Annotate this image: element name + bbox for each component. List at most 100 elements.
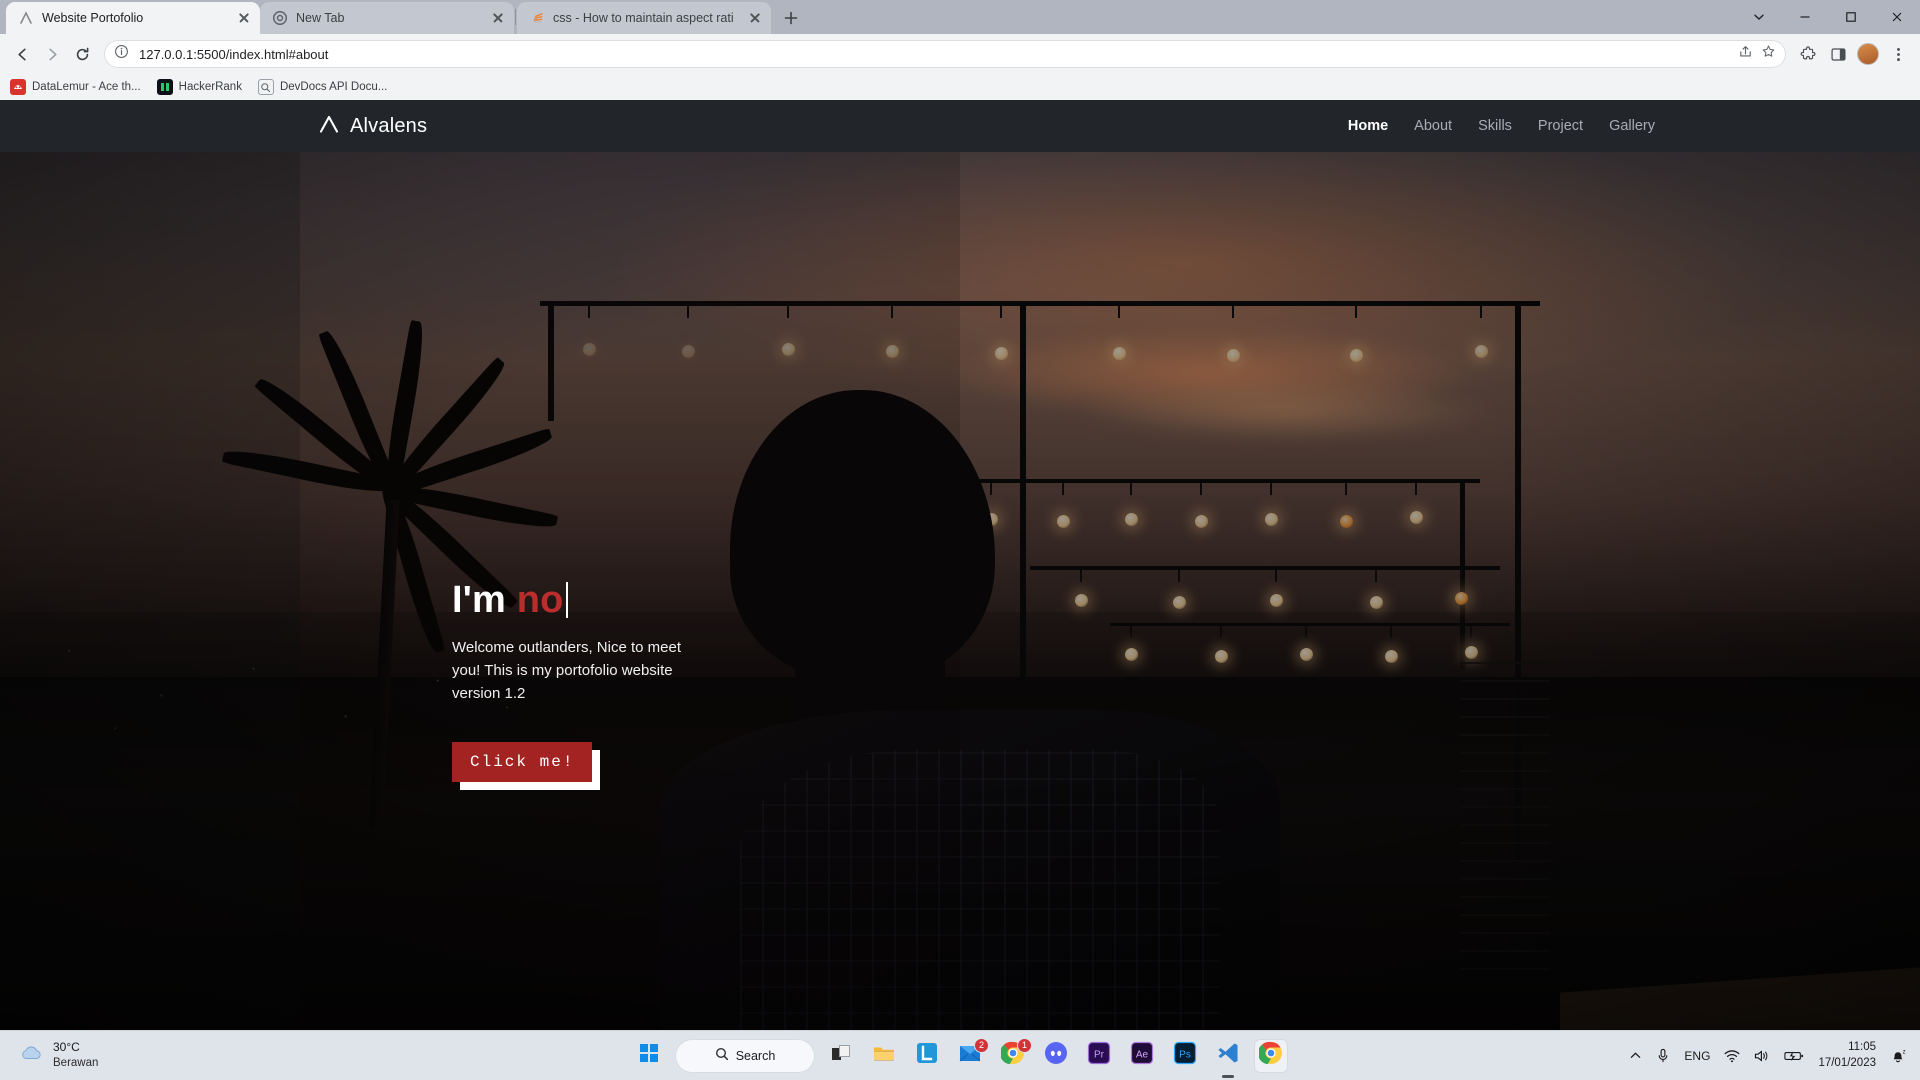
close-icon[interactable]: [490, 10, 506, 26]
taskbar-weather-widget[interactable]: 30°C Berawan: [0, 1040, 98, 1070]
page-viewport: Alvalens Home About Skills Project Galle…: [0, 100, 1920, 1030]
extensions-button[interactable]: [1794, 40, 1822, 68]
bookmark-label: HackerRank: [178, 81, 242, 93]
click-me-button[interactable]: Click me!: [452, 741, 593, 782]
task-view-button[interactable]: [824, 1039, 858, 1073]
chrome-app-button[interactable]: 1: [996, 1037, 1032, 1073]
hero-heading-static: I'm: [452, 579, 517, 621]
discord-app-button[interactable]: [1039, 1039, 1073, 1073]
vscode-button[interactable]: [1211, 1039, 1245, 1078]
chrome-badge-count: 1: [1017, 1037, 1032, 1053]
chrome-icon: [1257, 1041, 1283, 1070]
close-icon[interactable]: [236, 10, 252, 26]
keyboard-language-indicator[interactable]: ENG: [1684, 1049, 1710, 1063]
start-button[interactable]: [632, 1039, 666, 1073]
address-bar[interactable]: 127.0.0.1:5500/index.html#about: [104, 40, 1786, 68]
folder-icon: [872, 1042, 896, 1069]
bookmark-hackerrank[interactable]: HackerRank: [156, 79, 242, 95]
browser-tab-stackoverflow[interactable]: css - How to maintain aspect rati: [517, 2, 771, 34]
bookmark-datalemur[interactable]: DataLemur - Ace th...: [10, 79, 141, 95]
tab-divider: [515, 9, 516, 25]
reload-button[interactable]: [68, 40, 96, 68]
chrome-active-button[interactable]: [1254, 1038, 1288, 1073]
svg-text:Ae: Ae: [1136, 1049, 1149, 1060]
svg-text:z: z: [1903, 1049, 1906, 1055]
browser-tab-new-tab[interactable]: New Tab: [260, 2, 514, 34]
chrome-menu-button[interactable]: [1884, 40, 1912, 68]
forward-button[interactable]: [38, 40, 66, 68]
running-indicator: [1222, 1074, 1234, 1078]
datalemur-icon: [10, 79, 26, 95]
back-button[interactable]: [8, 40, 36, 68]
nav-link-home[interactable]: Home: [1348, 118, 1388, 134]
hero-heading-typed: no: [516, 579, 564, 621]
lambda-mark-icon: [318, 113, 340, 140]
system-tray: ENG 11:05 17/01/2023 z: [1629, 1040, 1920, 1071]
notification-bell-dnd-icon[interactable]: z: [1890, 1048, 1906, 1064]
maximize-button[interactable]: [1828, 1, 1874, 33]
clock-date: 17/01/2023: [1818, 1056, 1876, 1069]
taskbar-search-label: Search: [735, 1048, 776, 1063]
file-explorer-button[interactable]: [867, 1039, 901, 1073]
chrome-browser-window: Website Portofolio New Tab css - How to …: [0, 0, 1920, 1030]
side-panel-icon: [1830, 47, 1846, 61]
browser-toolbar: 127.0.0.1:5500/index.html#about: [0, 34, 1920, 74]
taskbar-clock[interactable]: 11:05 17/01/2023: [1818, 1040, 1876, 1071]
tab-strip: Website Portofolio New Tab css - How to …: [0, 0, 1920, 34]
speaker-icon[interactable]: [1754, 1049, 1770, 1063]
maximize-icon: [1846, 12, 1856, 22]
premiere-pro-button[interactable]: Pr: [1082, 1039, 1116, 1073]
typing-caret-icon: [565, 582, 568, 618]
forward-arrow-icon: [48, 48, 57, 60]
after-effects-button[interactable]: Ae: [1125, 1039, 1159, 1073]
share-icon[interactable]: [1738, 44, 1753, 64]
mail-badge-count: 2: [974, 1037, 989, 1053]
profile-button[interactable]: [1854, 40, 1882, 68]
hero-paragraph: Welcome outlanders, Nice to meet you! Th…: [452, 638, 681, 703]
battery-charging-icon[interactable]: [1784, 1049, 1804, 1063]
back-arrow-icon: [17, 48, 26, 60]
address-bar-url[interactable]: 127.0.0.1:5500/index.html#about: [139, 47, 1728, 62]
line-app-button[interactable]: [910, 1039, 944, 1073]
close-icon: [1892, 12, 1902, 22]
bookmark-label: DataLemur - Ace th...: [32, 81, 141, 93]
tab-search-button[interactable]: [1736, 1, 1782, 33]
microphone-icon[interactable]: [1656, 1048, 1670, 1063]
photo-vignette: [0, 100, 1920, 1030]
minimize-button[interactable]: [1782, 1, 1828, 33]
nav-link-project[interactable]: Project: [1538, 118, 1583, 134]
nav-link-gallery[interactable]: Gallery: [1609, 118, 1655, 134]
chevron-up-icon[interactable]: [1629, 1049, 1642, 1062]
nav-link-skills[interactable]: Skills: [1478, 118, 1512, 134]
plus-icon: [784, 11, 798, 25]
tab-title: css - How to maintain aspect rati: [553, 11, 734, 25]
site-brand[interactable]: Alvalens: [318, 113, 427, 140]
weather-condition: Berawan: [53, 1057, 99, 1070]
info-circle-icon[interactable]: [114, 44, 129, 64]
hero-background-photo: [0, 100, 1920, 1030]
mail-app-button[interactable]: 2: [953, 1037, 989, 1073]
bookmark-devdocs[interactable]: DevDocs API Docu...: [257, 79, 388, 95]
alvalens-logo-icon: [18, 10, 34, 26]
new-tab-button[interactable]: [777, 4, 805, 32]
tab-title: Website Portofolio: [42, 11, 144, 25]
bookmark-label: DevDocs API Docu...: [279, 81, 388, 93]
close-icon[interactable]: [747, 10, 763, 26]
taskbar-app-row: Search 2 1 Pr Ae Ps: [632, 1037, 1288, 1078]
taskbar-search-box[interactable]: Search: [675, 1038, 815, 1073]
side-panel-button[interactable]: [1824, 40, 1852, 68]
close-window-button[interactable]: [1874, 1, 1920, 33]
profile-avatar-icon: [1857, 43, 1879, 65]
reload-icon: [76, 47, 88, 60]
wifi-icon[interactable]: [1724, 1049, 1740, 1063]
windows-logo-icon: [639, 1043, 659, 1068]
hero-section: I'm no Welcome outlanders, Nice to meet …: [452, 579, 702, 782]
discord-icon: [1044, 1041, 1068, 1070]
nav-link-about[interactable]: About: [1414, 118, 1452, 134]
stackoverflow-icon: [529, 10, 545, 26]
photoshop-button[interactable]: Ps: [1168, 1039, 1202, 1073]
chrome-icon: [272, 10, 288, 26]
photoshop-icon: Ps: [1173, 1041, 1197, 1070]
star-icon[interactable]: [1761, 44, 1776, 64]
browser-tab-website-portofolio[interactable]: Website Portofolio: [6, 2, 260, 34]
